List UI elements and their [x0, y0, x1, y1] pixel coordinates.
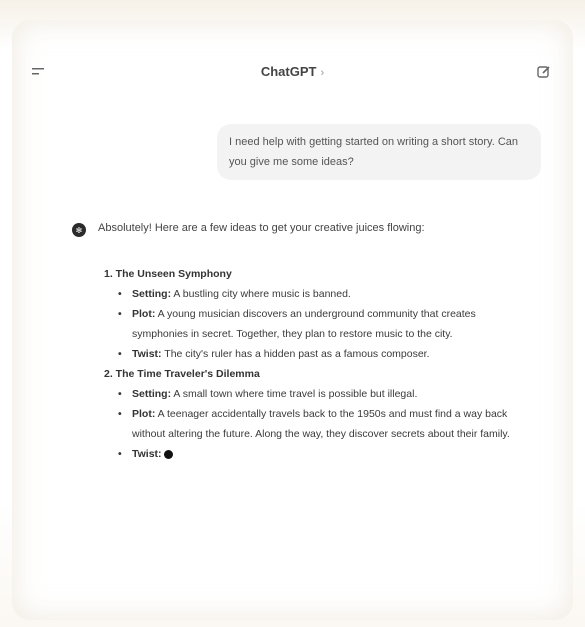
user-message-bubble: I need help with getting started on writ… — [217, 124, 541, 180]
list-item: Plot: A young musician discovers an unde… — [118, 304, 514, 344]
list-item: Setting: A bustling city where music is … — [118, 284, 514, 304]
idea-item: 1. The Unseen Symphony Setting: A bustli… — [94, 264, 514, 364]
top-bar: ChatGPT › — [12, 60, 573, 88]
ideas-list: 1. The Unseen Symphony Setting: A bustli… — [94, 264, 514, 464]
bullet-text: A young musician discovers an undergroun… — [132, 308, 476, 340]
list-item: Plot: A teenager accidentally travels ba… — [118, 404, 514, 444]
app-title: ChatGPT — [260, 64, 317, 79]
bullet-text: A teenager accidentally travels back to … — [132, 408, 510, 440]
bullet-label: Plot: — [132, 408, 156, 420]
idea-bullets: Setting: A small town where time travel … — [94, 384, 514, 464]
bullet-label: Setting: — [132, 288, 172, 300]
chat-window: ChatGPT › I need help with getting starte… — [12, 20, 573, 620]
list-item: Setting: A small town where time travel … — [118, 384, 514, 404]
bullet-label: Twist: — [132, 448, 162, 460]
bullet-label: Setting: — [132, 388, 172, 400]
assistant-intro: Absolutely! Here are a few ideas to get … — [98, 222, 425, 234]
list-item: Twist: The city's ruler has a hidden pas… — [118, 344, 514, 364]
idea-item: 2. The Time Traveler's Dilemma Setting: … — [94, 364, 514, 464]
typing-cursor-icon — [163, 449, 173, 459]
bullet-text: The city's ruler has a hidden past as a … — [161, 348, 430, 360]
chevron-right-icon: › — [320, 67, 325, 79]
bullet-text: A bustling city where music is banned. — [171, 288, 351, 300]
bullet-label: Twist: — [132, 348, 162, 360]
bullet-label: Plot: — [132, 308, 156, 320]
idea-bullets: Setting: A bustling city where music is … — [94, 284, 514, 364]
new-chat-icon-glyph — [537, 66, 550, 78]
assistant-avatar-icon: ✻ — [72, 223, 86, 237]
page-title[interactable]: ChatGPT › — [12, 64, 573, 79]
idea-title: 1. The Unseen Symphony — [104, 268, 232, 280]
app-frame: ChatGPT › I need help with getting starte… — [0, 0, 585, 627]
idea-title: 2. The Time Traveler's Dilemma — [104, 368, 260, 380]
list-item: Twist: — [118, 444, 514, 464]
bullet-text: A small town where time travel is possib… — [171, 388, 418, 400]
new-chat-icon[interactable] — [532, 60, 556, 84]
